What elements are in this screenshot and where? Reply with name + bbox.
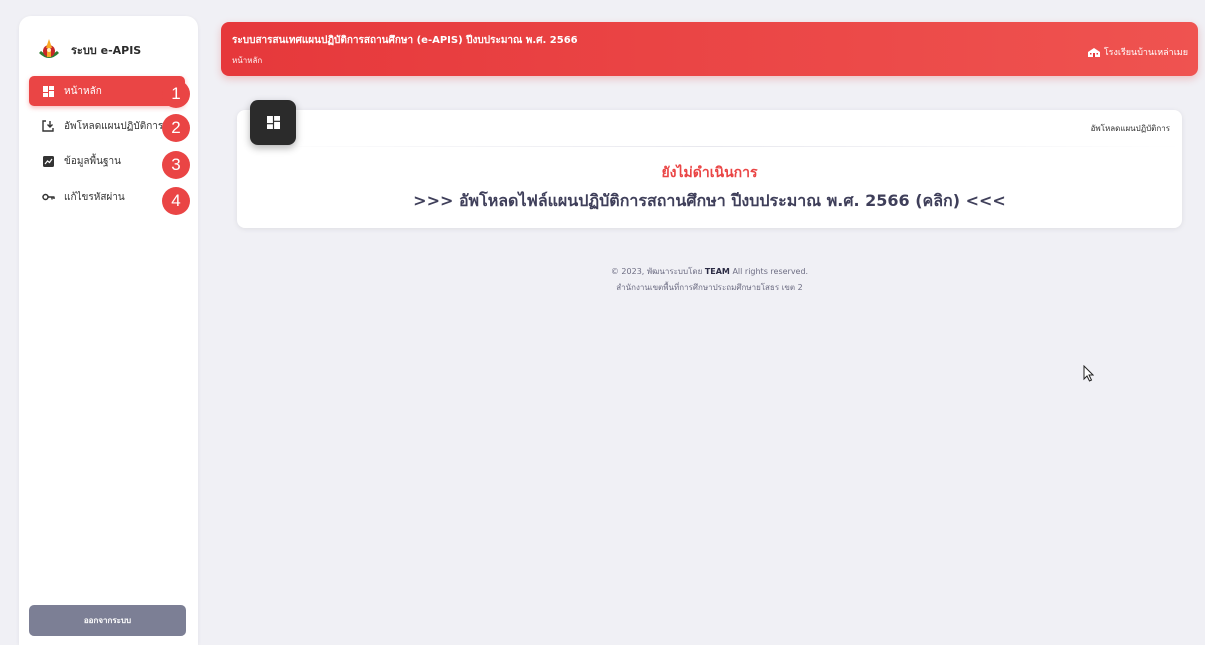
team-name: TEAM xyxy=(704,267,730,276)
key-icon xyxy=(41,190,55,204)
status-text: ยังไม่ดำเนินการ xyxy=(661,165,758,181)
dashboard-icon xyxy=(250,100,296,145)
step-badge: 2 xyxy=(162,114,190,142)
page-header: ระบบสารสนเทศแผนปฏิบัติการสถานศึกษา (e-AP… xyxy=(221,22,1198,76)
footer-office: สำนักงานเขตพื้นที่การศึกษาประถมศึกษายโสธ… xyxy=(616,283,803,292)
brand-name: ระบบ e-APIS xyxy=(71,44,142,57)
rights-text: All rights reserved. xyxy=(732,267,809,276)
sidebar-item-label: อัพโหลดแผนปฏิบัติการ xyxy=(64,120,164,132)
mouse-cursor-icon xyxy=(1083,365,1094,382)
sidebar-item-label: ข้อมูลพื้นฐาน xyxy=(64,155,121,167)
breadcrumb[interactable]: หน้าหลัก xyxy=(232,54,262,67)
school-link[interactable]: โรงเรียนบ้านเหล่าเมย xyxy=(1087,45,1188,59)
school-name: โรงเรียนบ้านเหล่าเมย xyxy=(1103,48,1188,58)
card-caption: อัพโหลดแผนปฏิบัติการ xyxy=(1090,124,1170,133)
copyright-text: © 2023, พัฒนาระบบโดย xyxy=(610,267,703,276)
divider xyxy=(237,146,1182,147)
upload-status-card: อัพโหลดแผนปฏิบัติการ ยังไม่ดำเนินการ >>>… xyxy=(237,100,1182,228)
step-badge: 3 xyxy=(162,151,190,179)
step-badge: 1 xyxy=(162,80,190,108)
sidebar-item-label: หน้าหลัก xyxy=(64,85,102,97)
school-icon xyxy=(1087,47,1100,57)
sidebar: ระบบ e-APIS หน้าหลัก อัพโหลดแผนปฏิบัติกา… xyxy=(19,16,198,645)
chart-icon xyxy=(41,154,55,168)
upload-plan-link[interactable]: >>> อัพโหลดไฟล์แผนปฏิบัติการสถานศึกษา ปี… xyxy=(237,189,1182,214)
footer-copyright: © 2023, พัฒนาระบบโดย TEAM All rights res… xyxy=(221,265,1198,278)
sidebar-item-label: แก้ไขรหัสผ่าน xyxy=(64,191,125,203)
step-badge: 4 xyxy=(162,187,190,215)
upload-icon xyxy=(41,119,55,133)
page-title: ระบบสารสนเทศแผนปฏิบัติการสถานศึกษา (e-AP… xyxy=(232,35,578,46)
school-emblem-logo xyxy=(39,39,59,58)
dashboard-icon xyxy=(41,84,55,98)
brand[interactable]: ระบบ e-APIS xyxy=(35,36,141,64)
logout-button[interactable]: ออกจากระบบ xyxy=(29,605,186,636)
